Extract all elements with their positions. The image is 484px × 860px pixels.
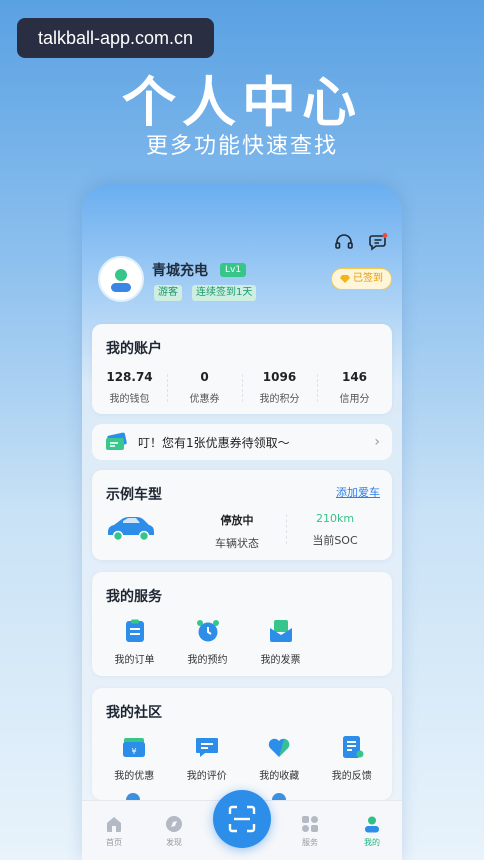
- service-invoice[interactable]: 我的发票: [244, 618, 317, 666]
- grid-icon: [302, 816, 318, 832]
- credit-value: 146: [341, 370, 368, 384]
- car-stats: 停放中 车辆状态 210km 当前SOC: [188, 512, 384, 551]
- message-icon[interactable]: [368, 232, 388, 252]
- car-status: 停放中 车辆状态: [188, 512, 286, 551]
- credit-label: 信用分: [339, 394, 370, 405]
- tab-home-label: 首页: [106, 838, 122, 847]
- community-card: 我的社区 ¥ 我的优惠 我的评价 我的收藏 我的反馈: [92, 688, 392, 800]
- hero-subtitle: 更多功能快速查找: [145, 134, 338, 159]
- services-grid: 我的订单 我的预约 我的发票: [98, 618, 388, 666]
- ticket-icon: [106, 432, 127, 450]
- car-status-value: 停放中: [220, 514, 254, 527]
- checkin-streak-tag: 连续签到1天: [192, 285, 257, 301]
- avatar[interactable]: [98, 256, 144, 302]
- coupon-value: 0: [200, 370, 209, 384]
- community-feedback[interactable]: 我的反馈: [316, 734, 389, 782]
- community-favorites-label: 我的收藏: [259, 771, 300, 782]
- tab-services-label: 服务: [302, 838, 318, 847]
- services-card: 我的服务 我的订单 我的预约 我的发票: [92, 572, 392, 676]
- points-label: 我的积分: [259, 394, 300, 405]
- community-reviews-label: 我的评价: [186, 771, 227, 782]
- coupon-icon: ¥: [123, 738, 146, 757]
- car-soc: 210km 当前SOC: [286, 512, 384, 551]
- tab-mine-label: 我的: [364, 838, 380, 847]
- service-orders[interactable]: 我的订单: [98, 618, 171, 666]
- add-car-link[interactable]: 添加爱车: [336, 484, 380, 500]
- order-icon: [125, 619, 144, 642]
- account-stats: 128.74 我的钱包 0 优惠券 1096 我的积分 146 信用分: [92, 370, 392, 405]
- wallet-label: 我的钱包: [109, 394, 150, 405]
- tab-mine[interactable]: 我的: [352, 815, 392, 848]
- account-card: 我的账户 128.74 我的钱包 0 优惠券 1096 我的积分 146 信用分: [92, 324, 392, 414]
- community-coupons[interactable]: ¥ 我的优惠: [98, 734, 171, 782]
- community-favorites[interactable]: 我的收藏: [243, 734, 316, 782]
- wallet-value: 128.74: [106, 370, 153, 384]
- community-feedback-label: 我的反馈: [331, 771, 372, 782]
- community-grid: ¥ 我的优惠 我的评价 我的收藏 我的反馈: [98, 734, 388, 782]
- signin-button[interactable]: 已签到: [331, 268, 392, 290]
- service-invoice-label: 我的发票: [260, 655, 301, 666]
- community-title: 我的社区: [104, 702, 162, 724]
- car-soc-label: 当前SOC: [312, 534, 358, 547]
- car-soc-value: 210km: [315, 512, 355, 525]
- car-icon: [108, 517, 154, 542]
- user-avatar-icon: [111, 269, 131, 292]
- tab-discover-label: 发现: [166, 838, 182, 847]
- service-reservation-label: 我的预约: [187, 655, 228, 666]
- tab-home[interactable]: 首页: [94, 815, 134, 848]
- coupon-label: 优惠券: [189, 394, 220, 405]
- coupon-notice-text: 叮！您有1张优惠券待领取～: [138, 435, 290, 450]
- coupon-stat[interactable]: 0 优惠券: [167, 370, 242, 405]
- svg-text:¥: ¥: [132, 747, 137, 756]
- coupon-notice-bar[interactable]: 叮！您有1张优惠券待领取～ ›: [92, 424, 392, 460]
- top-icons: [334, 232, 388, 252]
- heart-icon: [269, 738, 290, 757]
- level-badge: Lv1: [220, 263, 247, 277]
- compass-icon: [166, 816, 182, 832]
- headset-icon[interactable]: [334, 232, 354, 252]
- account-title: 我的账户: [104, 338, 162, 360]
- service-reservation[interactable]: 我的预约: [171, 618, 244, 666]
- alarm-clock-icon: [196, 620, 219, 642]
- home-icon: [107, 817, 121, 832]
- services-title: 我的服务: [104, 586, 162, 608]
- comment-icon: [195, 738, 218, 757]
- car-card: 示例车型 添加爱车 停放中 车辆状态 210km 当前SOC: [92, 470, 392, 560]
- car-title: 示例车型: [104, 484, 162, 506]
- points-stat[interactable]: 1096 我的积分: [242, 370, 317, 405]
- community-coupons-label: 我的优惠: [114, 771, 155, 782]
- chevron-right-icon: ›: [374, 434, 380, 450]
- wallet-stat[interactable]: 128.74 我的钱包: [92, 370, 167, 405]
- guest-tag: 游客: [154, 285, 182, 301]
- signin-label: 已签到: [353, 273, 383, 284]
- scan-icon: [228, 805, 256, 833]
- scan-button[interactable]: [213, 790, 271, 848]
- watermark: talkball-app.com.cn: [17, 18, 214, 58]
- username: 青城充电: [152, 263, 208, 279]
- car-status-label: 车辆状态: [215, 537, 259, 550]
- tab-services[interactable]: 服务: [290, 815, 330, 848]
- feedback-icon: [342, 736, 364, 758]
- points-value: 1096: [262, 370, 297, 384]
- invoice-icon: [269, 620, 292, 642]
- user-icon: [365, 816, 379, 833]
- community-reviews[interactable]: 我的评价: [171, 734, 244, 782]
- service-orders-label: 我的订单: [114, 655, 155, 666]
- diamond-icon: [340, 275, 350, 283]
- credit-stat[interactable]: 146 信用分: [317, 370, 392, 405]
- tab-discover[interactable]: 发现: [154, 815, 194, 848]
- hero-title: 个人中心: [122, 71, 362, 134]
- phone-screen: 青城充电 Lv1 游客 连续签到1天 已签到 我的账户 128.74 我的钱包 …: [82, 184, 402, 860]
